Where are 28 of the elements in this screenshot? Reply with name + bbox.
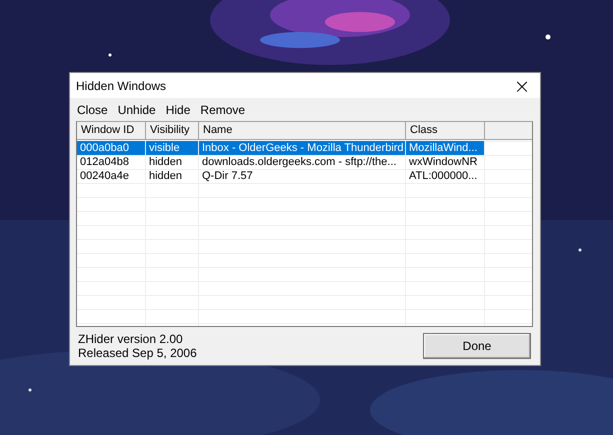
list-row[interactable]: 000a0ba0 visible Inbox - OlderGeeks - Mozilla Thunderbird MozillaWind...: [77, 141, 532, 155]
column-header[interactable]: Name: [199, 122, 406, 140]
menu-item[interactable]: Hide: [160, 102, 196, 116]
list-row[interactable]: 00240a4e hidden Q-Dir 7.57 ATL:000000...: [77, 169, 532, 183]
table-cell-text: hidden: [148, 169, 184, 183]
menu-item[interactable]: Close: [72, 102, 113, 116]
table-cell: visible: [146, 141, 198, 155]
done-button[interactable]: Done: [423, 333, 531, 359]
menu-item[interactable]: Remove: [195, 102, 250, 116]
window-title: Hidden Windows: [76, 78, 166, 92]
table-cell: Inbox - OlderGeeks - Mozilla Thunderbird: [199, 141, 405, 155]
release-date-text: Released Sep 5, 2006: [78, 346, 197, 360]
table-cell-text: wxWindowNR: [408, 155, 478, 169]
table-cell-text: ATL:000000...: [408, 169, 478, 183]
table-cell-text: 012a04b8: [79, 155, 130, 169]
table-cell-text: 00240a4e: [79, 169, 130, 183]
close-button[interactable]: ×: [504, 73, 540, 98]
column-header[interactable]: Class: [406, 122, 485, 140]
table-cell-text: hidden: [148, 155, 184, 169]
table-cell: MozillaWind...: [406, 141, 484, 155]
table-cell-text: downloads.oldergeeks.com - sftp://the...: [201, 155, 398, 169]
table-cell: 000a0ba0: [77, 141, 145, 155]
column-header[interactable]: Visibility: [146, 122, 199, 140]
list-row[interactable]: 012a04b8 hidden downloads.oldergeeks.com - sftp://the... wxWindowNR: [77, 155, 532, 169]
column-header[interactable]: Window ID: [77, 122, 146, 140]
version-text: ZHider version 2.00: [78, 332, 184, 346]
table-cell-text: Q-Dir 7.57: [201, 169, 254, 183]
menu-item[interactable]: Unhide: [112, 102, 161, 116]
